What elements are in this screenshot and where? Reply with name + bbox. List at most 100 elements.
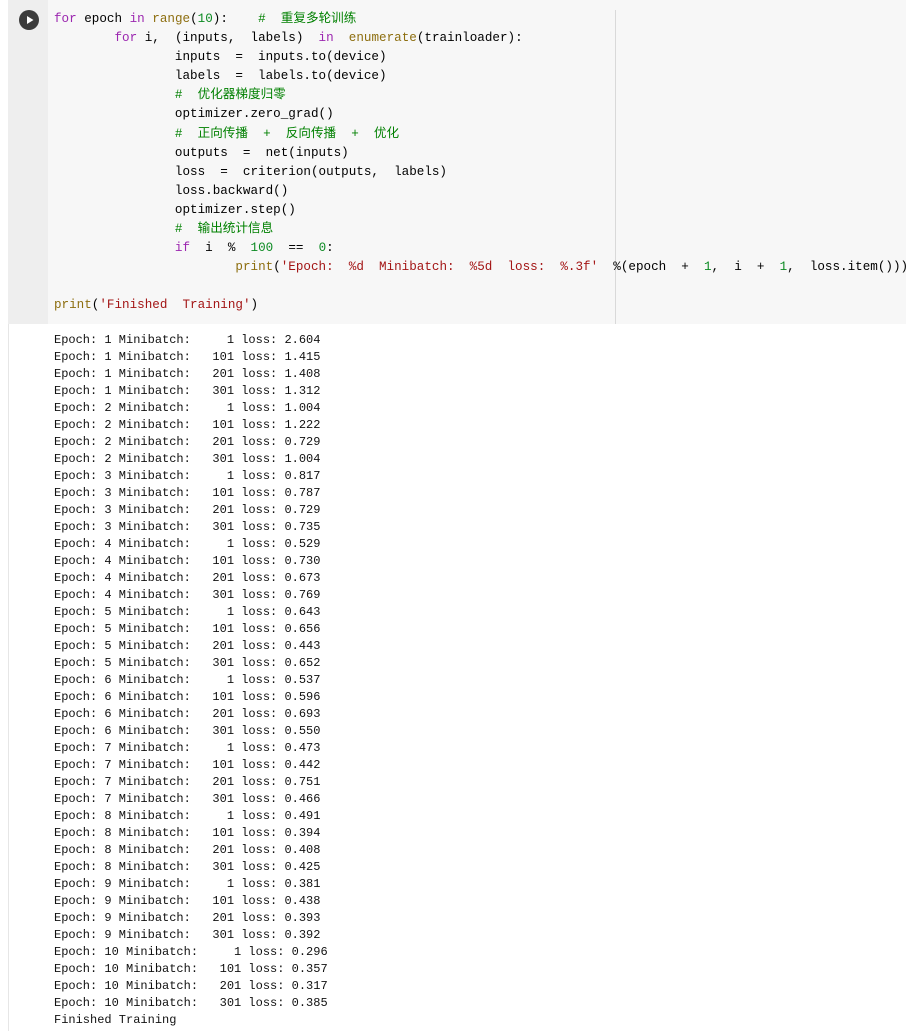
cell-output: Epoch: 1 Minibatch: 1 loss: 2.604 Epoch: … [8, 324, 906, 1031]
output-line: Epoch: 2 Minibatch: 301 loss: 1.004 [54, 452, 321, 466]
output-line: Epoch: 9 Minibatch: 101 loss: 0.438 [54, 894, 321, 908]
code-token: labels = labels.to(device) [54, 69, 387, 84]
output-line: Epoch: 6 Minibatch: 301 loss: 0.550 [54, 724, 321, 738]
code-line: optimizer.zero_grad() [54, 105, 906, 124]
output-text: Epoch: 1 Minibatch: 1 loss: 2.604 Epoch: … [54, 332, 328, 1029]
output-line: Epoch: 5 Minibatch: 201 loss: 0.443 [54, 639, 321, 653]
code-token: 1 [703, 260, 712, 275]
output-line: Epoch: 4 Minibatch: 1 loss: 0.529 [54, 537, 321, 551]
code-line: labels = labels.to(device) [54, 67, 906, 86]
output-line: Epoch: 9 Minibatch: 301 loss: 0.392 [54, 928, 321, 942]
output-line: Epoch: 8 Minibatch: 1 loss: 0.491 [54, 809, 321, 823]
code-token: == [273, 241, 319, 256]
output-line: Epoch: 1 Minibatch: 1 loss: 2.604 [54, 333, 321, 347]
output-line: Epoch: 5 Minibatch: 1 loss: 0.643 [54, 605, 321, 619]
code-token: : [326, 241, 334, 256]
code-token: # 输出统计信息 [174, 222, 274, 237]
code-token: ): [212, 12, 259, 26]
output-line: Epoch: 5 Minibatch: 301 loss: 0.652 [54, 656, 321, 670]
output-line: Epoch: 8 Minibatch: 101 loss: 0.394 [54, 826, 321, 840]
code-line: outputs = net(inputs) [54, 144, 906, 163]
output-line: Epoch: 10 Minibatch: 1 loss: 0.296 [54, 945, 328, 959]
code-token: optimizer.zero_grad() [54, 107, 334, 122]
output-line: Epoch: 9 Minibatch: 201 loss: 0.393 [54, 911, 321, 925]
code-line: # 优化器梯度归零 [54, 86, 906, 105]
code-line: loss.backward() [54, 182, 906, 201]
output-line: Epoch: 4 Minibatch: 301 loss: 0.769 [54, 588, 321, 602]
output-line: Epoch: 8 Minibatch: 201 loss: 0.408 [54, 843, 321, 857]
code-token: i % [190, 241, 251, 256]
output-gutter [8, 324, 9, 1031]
output-line: Finished Training [54, 1013, 177, 1027]
code-token: , loss.item())) [787, 260, 906, 275]
code-token: ( [190, 12, 198, 26]
code-token: in [129, 12, 145, 26]
code-block[interactable]: for epoch in range(10): # 重复多轮训练 for i, … [54, 10, 906, 316]
output-line: Epoch: 2 Minibatch: 1 loss: 1.004 [54, 401, 321, 415]
output-line: Epoch: 5 Minibatch: 101 loss: 0.656 [54, 622, 321, 636]
code-token: # 重复多轮训练 [258, 12, 357, 26]
code-token: in [318, 31, 334, 46]
output-line: Epoch: 2 Minibatch: 101 loss: 1.222 [54, 418, 321, 432]
code-token: 'Finished Training' [99, 298, 251, 313]
code-token: enumerate [348, 31, 417, 46]
code-token: for [54, 12, 77, 26]
output-line: Epoch: 4 Minibatch: 201 loss: 0.673 [54, 571, 321, 585]
code-token: 'Epoch: %d Minibatch: %5d loss: %.3f' [280, 260, 599, 275]
output-line: Epoch: 3 Minibatch: 201 loss: 0.729 [54, 503, 321, 517]
code-line: optimizer.step() [54, 201, 906, 220]
code-token: inputs = inputs.to(device) [54, 50, 387, 65]
code-token: ( [273, 260, 281, 275]
code-line: for i, (inputs, labels) in enumerate(tra… [54, 29, 906, 48]
code-token: , i + [711, 260, 780, 275]
notebook-cell: for epoch in range(10): # 重复多轮训练 for i, … [8, 0, 906, 1031]
output-line: Epoch: 3 Minibatch: 1 loss: 0.817 [54, 469, 321, 483]
code-token: # 优化器梯度归零 [174, 88, 286, 103]
code-token: 1 [779, 260, 788, 275]
output-line: Epoch: 8 Minibatch: 301 loss: 0.425 [54, 860, 321, 874]
output-line: Epoch: 9 Minibatch: 1 loss: 0.381 [54, 877, 321, 891]
code-token: loss.backward() [54, 183, 289, 198]
run-cell-button[interactable] [19, 10, 39, 30]
code-token: if [174, 241, 191, 256]
code-token: 0 [318, 241, 327, 256]
output-line: Epoch: 3 Minibatch: 101 loss: 0.787 [54, 486, 321, 500]
code-token: for [114, 31, 138, 46]
output-line: Epoch: 6 Minibatch: 201 loss: 0.693 [54, 707, 321, 721]
code-line: for epoch in range(10): # 重复多轮训练 [54, 10, 906, 29]
output-line: Epoch: 6 Minibatch: 1 loss: 0.537 [54, 673, 321, 687]
code-line: inputs = inputs.to(device) [54, 48, 906, 67]
code-token: ) [250, 298, 259, 313]
play-icon [27, 16, 34, 24]
output-line: Epoch: 1 Minibatch: 301 loss: 1.312 [54, 384, 321, 398]
code-line: print('Finished Training') [54, 296, 906, 315]
code-token: epoch [76, 12, 130, 26]
code-line: loss = criterion(outputs, labels) [54, 163, 906, 182]
code-token: outputs = net(inputs) [54, 145, 349, 160]
cell-gutter [8, 0, 48, 324]
code-token: # 正向传播 + 反向传播 + 优化 [174, 126, 400, 141]
code-editor[interactable]: for epoch in range(10): # 重复多轮训练 for i, … [8, 0, 906, 324]
code-token: optimizer.step() [54, 202, 296, 217]
code-token: range [152, 12, 191, 26]
code-token: loss = criterion(outputs, labels) [54, 164, 447, 179]
output-line: Epoch: 10 Minibatch: 101 loss: 0.357 [54, 962, 328, 976]
code-token: print [54, 298, 92, 313]
output-line: Epoch: 10 Minibatch: 201 loss: 0.317 [54, 979, 328, 993]
code-line: # 正向传播 + 反向传播 + 优化 [54, 125, 906, 144]
output-line: Epoch: 7 Minibatch: 301 loss: 0.466 [54, 792, 321, 806]
output-line: Epoch: 1 Minibatch: 101 loss: 1.415 [54, 350, 321, 364]
output-line: Epoch: 7 Minibatch: 201 loss: 0.751 [54, 775, 321, 789]
code-token: (trainloader): [416, 31, 523, 46]
code-token: print [235, 260, 274, 275]
output-line: Epoch: 4 Minibatch: 101 loss: 0.730 [54, 554, 321, 568]
output-line: Epoch: 2 Minibatch: 201 loss: 0.729 [54, 435, 321, 449]
output-line: Epoch: 10 Minibatch: 301 loss: 0.385 [54, 996, 328, 1010]
